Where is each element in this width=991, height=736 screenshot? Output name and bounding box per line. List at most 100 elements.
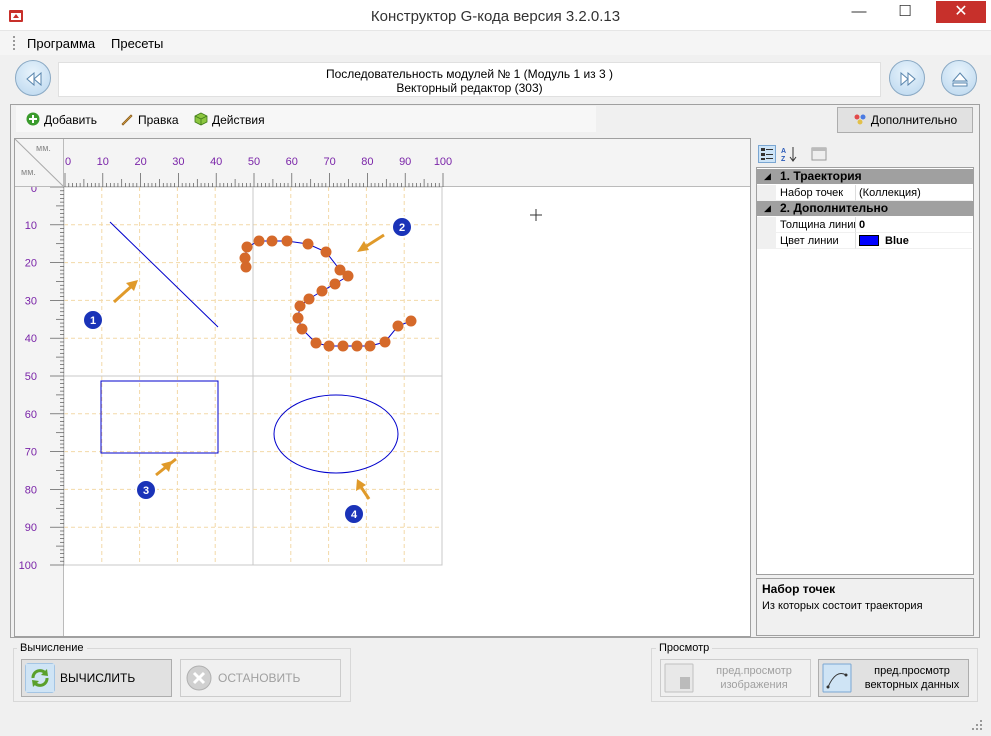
preview-group-label: Просмотр — [656, 642, 713, 654]
ruler-y-label: 20 — [25, 258, 37, 270]
collapse-icon: ◢ — [764, 203, 771, 213]
path-point[interactable] — [364, 340, 376, 352]
path-point[interactable] — [392, 320, 404, 332]
property-pages-button[interactable] — [810, 145, 828, 163]
ruler-y-label: 10 — [25, 220, 37, 232]
path-point[interactable] — [351, 340, 363, 352]
refresh-icon — [25, 663, 55, 693]
svg-text:Z: Z — [781, 156, 786, 163]
corner-unit-top: мм. — [36, 143, 51, 153]
close-button[interactable]: ✕ — [936, 1, 986, 23]
edit-button[interactable]: Правка — [120, 112, 179, 127]
actions-button[interactable]: Действия — [194, 112, 265, 127]
shape-rectangle-3[interactable] — [100, 380, 219, 454]
property-description: Набор точек Из которых состоит траектори… — [756, 578, 974, 636]
description-title: Набор точек — [762, 582, 836, 596]
rewind-icon — [26, 71, 42, 87]
arrow-pointer-2 — [357, 233, 385, 252]
path-point[interactable] — [303, 293, 315, 305]
eject-button[interactable] — [941, 60, 977, 96]
image-preview-button[interactable]: пред.просмотр изображения — [660, 659, 811, 697]
marker-4: 4 — [343, 503, 365, 525]
path-point[interactable] — [294, 300, 306, 312]
prop-point-set-value[interactable]: (Коллекция) — [856, 185, 972, 201]
category-trajectory[interactable]: ◢ 1. Траектория — [756, 169, 974, 184]
vertical-ruler: 0 10 20 30 40 50 60 70 80 90 100 — [15, 187, 64, 636]
ruler-y-label: 60 — [25, 409, 37, 421]
category-additional[interactable]: ◢ 2. Дополнительно — [756, 201, 974, 216]
ruler-y-label: 100 — [19, 560, 37, 572]
path-point[interactable] — [239, 252, 251, 264]
prop-line-width-name[interactable]: Толщина линии — [776, 217, 856, 233]
more-button[interactable]: Дополнительно — [837, 107, 973, 133]
path-point[interactable] — [320, 246, 332, 258]
path-point[interactable] — [316, 285, 328, 297]
path-point[interactable] — [310, 337, 322, 349]
sequence-line-2: Векторный редактор (303) — [396, 81, 543, 95]
prop-line-width-value[interactable]: 0 — [856, 217, 972, 233]
arrow-pointer-1 — [112, 280, 138, 304]
vector-preview-line1: пред.просмотр — [874, 665, 950, 677]
row-gutter — [757, 185, 776, 201]
status-bar — [0, 706, 991, 736]
path-point[interactable] — [342, 270, 354, 282]
ruler-x-label: 10 — [97, 156, 109, 168]
ruler-corner: мм. мм. — [15, 139, 64, 187]
path-point[interactable] — [296, 323, 308, 335]
drawing-area[interactable]: 1 2 3 4 — [64, 187, 750, 636]
path-point[interactable] — [329, 278, 341, 290]
more-label: Дополнительно — [870, 113, 958, 127]
path-point[interactable] — [241, 241, 253, 253]
path-point[interactable] — [302, 238, 314, 250]
minimize-button[interactable]: — — [844, 1, 874, 23]
prop-line-color-name[interactable]: Цвет линии — [776, 233, 856, 249]
path-2-points — [239, 235, 417, 352]
arrow-pointer-3 — [155, 457, 177, 477]
editor-toolbar — [16, 106, 596, 132]
calculate-button[interactable]: ВЫЧИСЛИТЬ — [21, 659, 172, 697]
ruler-y-label: 90 — [25, 522, 37, 534]
previous-module-button[interactable] — [15, 60, 51, 96]
path-point[interactable] — [323, 340, 335, 352]
stop-button[interactable]: ОСТАНОВИТЬ — [180, 659, 341, 697]
marker-2-label: 2 — [399, 222, 405, 234]
path-point[interactable] — [379, 336, 391, 348]
path-point[interactable] — [292, 312, 304, 324]
maximize-button[interactable]: ☐ — [890, 1, 920, 23]
add-button[interactable]: Добавить — [26, 112, 97, 127]
ruler-x-label: 60 — [286, 156, 298, 168]
stop-label: ОСТАНОВИТЬ — [218, 671, 301, 685]
image-preview-line2: изображения — [720, 679, 788, 691]
menu-presets[interactable]: Пресеты — [111, 36, 163, 51]
add-icon — [26, 112, 40, 126]
shape-line-1[interactable] — [109, 221, 219, 328]
marker-3: 3 — [135, 479, 157, 501]
module-sequence-info: Последовательность модулей № 1 (Модуль 1… — [58, 62, 881, 97]
next-module-button[interactable] — [889, 60, 925, 96]
sort-alphabetical-button[interactable]: AZ — [780, 145, 798, 163]
path-point[interactable] — [281, 235, 293, 247]
resize-grip-icon[interactable] — [970, 718, 984, 732]
corner-unit-bottom: мм. — [21, 167, 36, 177]
vector-preview-button[interactable]: пред.просмотр векторных данных — [818, 659, 969, 697]
palette-icon — [854, 114, 866, 125]
sort-az-icon: AZ — [781, 147, 797, 163]
prop-point-set-name[interactable]: Набор точек — [776, 185, 856, 201]
row-gutter — [757, 217, 776, 233]
categorized-view-button[interactable] — [758, 145, 776, 163]
path-point[interactable] — [337, 340, 349, 352]
menu-program[interactable]: Программа — [27, 36, 95, 51]
marker-4-label: 4 — [351, 509, 358, 521]
path-point[interactable] — [266, 235, 278, 247]
row-gutter — [757, 233, 776, 249]
window-title: Конструктор G-кода версия 3.2.0.13 — [370, 8, 621, 25]
crosshair-cursor-icon — [530, 209, 542, 221]
prop-line-color-value[interactable]: Blue — [856, 233, 972, 249]
path-point[interactable] — [253, 235, 265, 247]
eject-icon — [951, 72, 969, 87]
shape-ellipse-4[interactable] — [273, 394, 399, 474]
ruler-y-label: 80 — [25, 484, 37, 496]
ruler-x-label: 70 — [323, 156, 335, 168]
path-point[interactable] — [405, 315, 417, 327]
category-additional-label: 2. Дополнительно — [780, 201, 889, 215]
